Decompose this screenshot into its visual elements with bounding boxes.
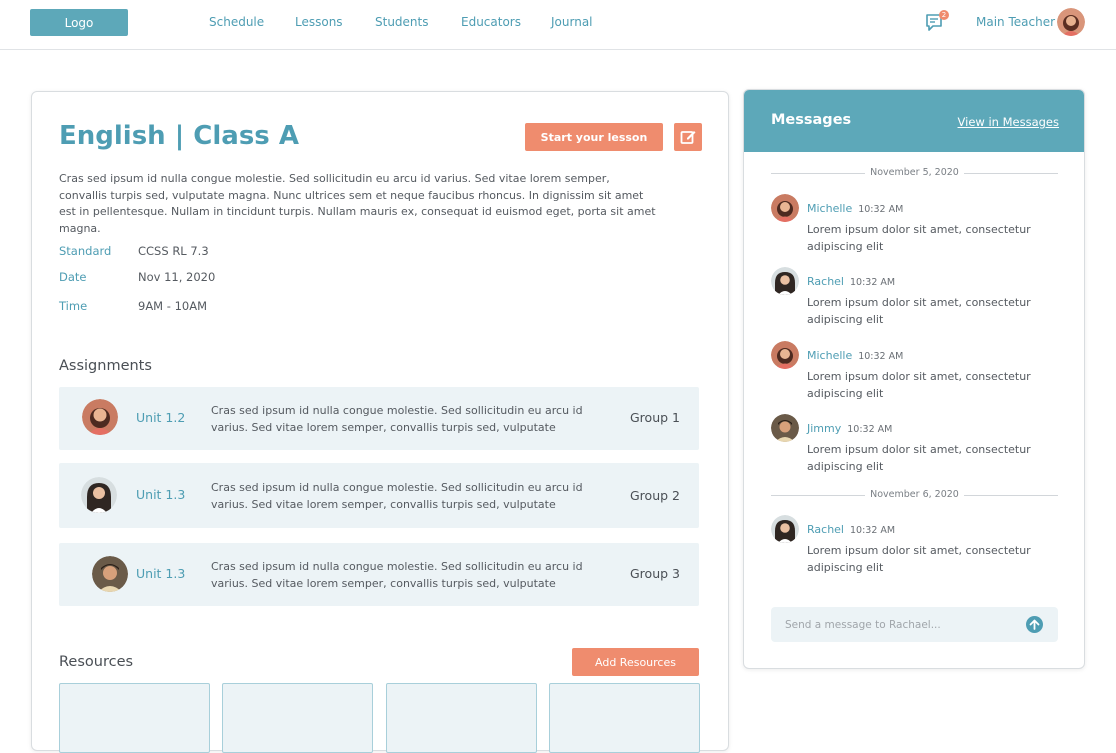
assignment-text: Cras sed ipsum id nulla congue molestie.… (211, 560, 583, 590)
start-lesson-button[interactable]: Start your lesson (525, 123, 663, 151)
sender-name-line: Jimmy 10:32 AM (807, 422, 892, 435)
meta-label-date: Date (59, 270, 87, 284)
message-time: 10:32 AM (847, 424, 893, 435)
sender-name-line: Rachel 10:32 AM (807, 275, 895, 288)
arrow-up-icon (1029, 619, 1040, 630)
nav-schedule[interactable]: Schedule (209, 15, 264, 29)
resource-tile[interactable] (222, 683, 373, 753)
assignment-row[interactable]: Unit 1.3 Cras sed ipsum id nulla congue … (59, 543, 699, 606)
sender-name[interactable]: Rachel (807, 275, 844, 288)
message-item[interactable]: Jimmy 10:32 AM Lorem ipsum dolor sit amet… (771, 414, 1061, 474)
message-time: 10:32 AM (850, 525, 896, 536)
message-input-box (771, 607, 1058, 642)
date-label: November 6, 2020 (865, 489, 964, 500)
message-item[interactable]: Michelle 10:32 AM Lorem ipsum dolor sit a… (771, 194, 1061, 254)
assignment-unit[interactable]: Unit 1.2 (136, 410, 185, 425)
nav-journal[interactable]: Journal (551, 15, 593, 29)
message-text: Lorem ipsum dolor sit amet, consectetur … (807, 223, 1031, 253)
view-in-messages-link[interactable]: View in Messages (958, 115, 1059, 129)
assignment-row[interactable]: Unit 1.2 Cras sed ipsum id nulla congue … (59, 387, 699, 450)
date-separator: November 5, 2020 (771, 166, 1058, 180)
assignment-unit[interactable]: Unit 1.3 (136, 487, 185, 502)
add-resources-button[interactable]: Add Resources (572, 648, 699, 676)
messages-header: Messages View in Messages (744, 90, 1084, 152)
message-input[interactable] (771, 607, 1021, 642)
student-avatar (82, 399, 118, 435)
message-time: 10:32 AM (850, 277, 896, 288)
lesson-description: Cras sed ipsum id nulla congue molestie.… (59, 172, 656, 235)
nav-students[interactable]: Students (375, 15, 429, 29)
sender-name[interactable]: Michelle (807, 202, 852, 215)
sender-avatar (771, 267, 799, 295)
assignment-row[interactable]: Unit 1.3 Cras sed ipsum id nulla congue … (59, 463, 699, 528)
sender-avatar (771, 414, 799, 442)
message-item[interactable]: Rachel 10:32 AM Lorem ipsum dolor sit ame… (771, 515, 1061, 575)
resources-heading: Resources (59, 654, 134, 670)
student-avatar (92, 556, 128, 592)
assignment-unit[interactable]: Unit 1.3 (136, 566, 185, 581)
message-text: Lorem ipsum dolor sit amet, consectetur … (807, 370, 1031, 400)
messages-panel: Messages View in Messages November 5, 20… (743, 89, 1085, 669)
date-label: November 5, 2020 (865, 167, 964, 178)
edit-icon (680, 131, 696, 144)
sender-avatar (771, 515, 799, 543)
messages-title: Messages (771, 112, 852, 128)
assignments-heading: Assignments (59, 358, 152, 374)
assignment-group: Group 1 (630, 410, 680, 425)
message-text: Lorem ipsum dolor sit amet, consectetur … (807, 443, 1031, 473)
message-time: 10:32 AM (858, 204, 904, 215)
sender-name[interactable]: Rachel (807, 523, 844, 536)
meta-label-standard: Standard (59, 244, 112, 258)
top-navigation-bar: Logo Schedule Lessons Students Educators… (0, 0, 1116, 50)
sender-name-line: Michelle 10:32 AM (807, 349, 903, 362)
sender-name-line: Rachel 10:32 AM (807, 523, 895, 536)
sender-avatar (771, 341, 799, 369)
message-item[interactable]: Rachel 10:32 AM Lorem ipsum dolor sit ame… (771, 267, 1061, 327)
sender-name[interactable]: Michelle (807, 349, 852, 362)
sender-avatar (771, 194, 799, 222)
edit-button[interactable] (674, 123, 702, 151)
lesson-card: English | Class A Start your lesson Cras… (31, 91, 729, 753)
notification-badge: 2 (939, 10, 949, 20)
assignment-group: Group 2 (630, 488, 680, 503)
message-text: Lorem ipsum dolor sit amet, consectetur … (807, 544, 1031, 574)
resource-tile[interactable] (549, 683, 700, 753)
send-button[interactable] (1026, 616, 1043, 633)
user-name[interactable]: Main Teacher (976, 15, 1055, 29)
logo[interactable]: Logo (30, 9, 128, 36)
meta-value-standard: CCSS RL 7.3 (138, 244, 209, 258)
message-time: 10:32 AM (858, 351, 904, 362)
meta-value-time: 9AM - 10AM (138, 299, 207, 313)
student-avatar (81, 477, 117, 513)
assignment-text: Cras sed ipsum id nulla congue molestie.… (211, 481, 583, 511)
message-text: Lorem ipsum dolor sit amet, consectetur … (807, 296, 1031, 326)
message-item[interactable]: Michelle 10:32 AM Lorem ipsum dolor sit a… (771, 341, 1061, 401)
user-avatar[interactable] (1057, 8, 1085, 36)
sender-name-line: Michelle 10:32 AM (807, 202, 903, 215)
nav-lessons[interactable]: Lessons (295, 15, 343, 29)
assignment-group: Group 3 (630, 566, 680, 581)
nav-educators[interactable]: Educators (461, 15, 521, 29)
sender-name[interactable]: Jimmy (807, 422, 841, 435)
meta-label-time: Time (59, 299, 88, 313)
meta-value-date: Nov 11, 2020 (138, 270, 216, 284)
resource-tile[interactable] (386, 683, 537, 753)
assignment-text: Cras sed ipsum id nulla congue molestie.… (211, 404, 583, 434)
date-separator: November 6, 2020 (771, 488, 1058, 502)
resource-tile[interactable] (59, 683, 210, 753)
lesson-title: English | Class A (59, 121, 299, 151)
